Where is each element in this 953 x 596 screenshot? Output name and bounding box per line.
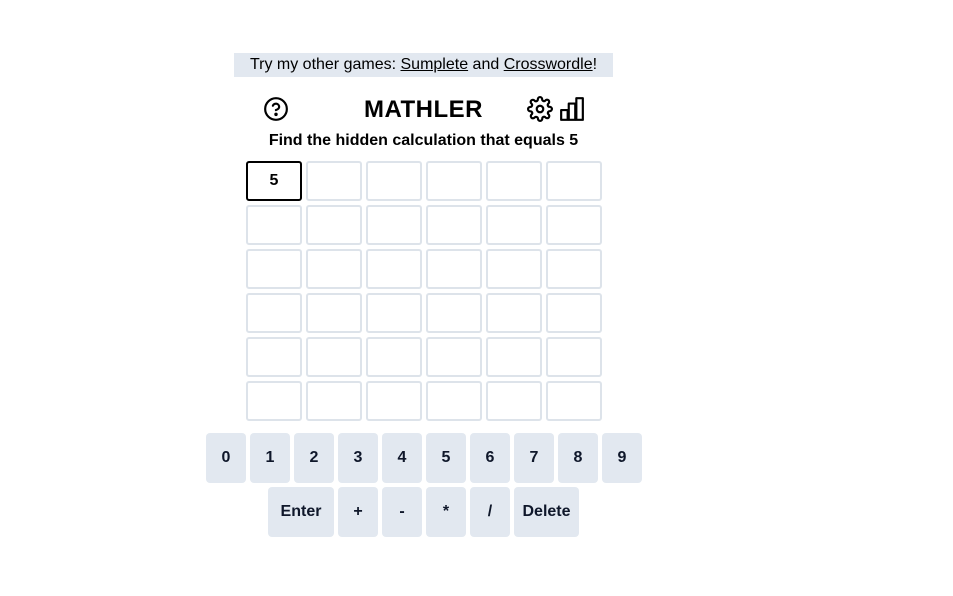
key-plus[interactable]: + bbox=[338, 487, 378, 537]
promo-prefix: Try my other games: bbox=[249, 56, 401, 73]
grid-cell bbox=[486, 337, 542, 377]
bar-chart-icon[interactable] bbox=[559, 96, 585, 122]
grid-cell bbox=[546, 205, 602, 245]
grid-cell bbox=[546, 161, 602, 201]
crosswordle-link[interactable]: Crosswordle bbox=[504, 56, 593, 73]
grid-cell bbox=[366, 161, 422, 201]
key-8[interactable]: 8 bbox=[558, 433, 598, 483]
key-1[interactable]: 1 bbox=[250, 433, 290, 483]
grid-cell bbox=[486, 249, 542, 289]
key-3[interactable]: 3 bbox=[338, 433, 378, 483]
grid-cell: 5 bbox=[246, 161, 302, 201]
key-multiply[interactable]: * bbox=[426, 487, 466, 537]
grid-cell bbox=[426, 161, 482, 201]
grid-cell bbox=[246, 249, 302, 289]
key-enter[interactable]: Enter bbox=[268, 487, 334, 537]
header: MATHLER bbox=[234, 92, 613, 128]
page-title: MATHLER bbox=[363, 96, 484, 123]
grid-cell bbox=[366, 205, 422, 245]
grid-cell bbox=[486, 293, 542, 333]
grid-cell bbox=[306, 293, 362, 333]
grid-cell bbox=[426, 293, 482, 333]
page: Try my other games: Sumplete and Crosswo… bbox=[0, 0, 953, 596]
grid-cell bbox=[546, 293, 602, 333]
keyboard-row-operators: Enter + - * / Delete bbox=[268, 487, 579, 537]
key-divide[interactable]: / bbox=[470, 487, 510, 537]
grid-cell bbox=[306, 381, 362, 421]
key-4[interactable]: 4 bbox=[382, 433, 422, 483]
grid-cell bbox=[546, 249, 602, 289]
grid-cell bbox=[426, 249, 482, 289]
promo-middle: and bbox=[468, 56, 504, 73]
grid-cell bbox=[306, 205, 362, 245]
grid-cell bbox=[246, 293, 302, 333]
key-delete[interactable]: Delete bbox=[514, 487, 579, 537]
grid-cell bbox=[486, 161, 542, 201]
grid-cell bbox=[426, 205, 482, 245]
grid-cell bbox=[486, 381, 542, 421]
grid-cell bbox=[366, 293, 422, 333]
grid-cell bbox=[306, 337, 362, 377]
grid-cell bbox=[366, 337, 422, 377]
grid-cell bbox=[366, 249, 422, 289]
gear-icon[interactable] bbox=[527, 96, 553, 122]
key-7[interactable]: 7 bbox=[514, 433, 554, 483]
grid-cell bbox=[306, 249, 362, 289]
grid-cell bbox=[546, 381, 602, 421]
grid-cell bbox=[546, 337, 602, 377]
key-0[interactable]: 0 bbox=[206, 433, 246, 483]
key-9[interactable]: 9 bbox=[602, 433, 642, 483]
grid-cell bbox=[246, 381, 302, 421]
grid-cell bbox=[246, 337, 302, 377]
guess-grid: 5 bbox=[246, 161, 602, 421]
key-5[interactable]: 5 bbox=[426, 433, 466, 483]
sumplete-link[interactable]: Sumplete bbox=[401, 56, 469, 73]
grid-cell bbox=[426, 337, 482, 377]
grid-cell bbox=[366, 381, 422, 421]
keyboard-row-digits: 0123456789 bbox=[206, 433, 642, 483]
key-minus[interactable]: - bbox=[382, 487, 422, 537]
key-6[interactable]: 6 bbox=[470, 433, 510, 483]
instruction-text: Find the hidden calculation that equals … bbox=[268, 132, 579, 149]
grid-cell bbox=[486, 205, 542, 245]
grid-cell bbox=[426, 381, 482, 421]
grid-cell bbox=[246, 205, 302, 245]
promo-suffix: ! bbox=[592, 56, 598, 73]
grid-cell bbox=[306, 161, 362, 201]
promo-banner: Try my other games: Sumplete and Crosswo… bbox=[234, 53, 613, 77]
key-2[interactable]: 2 bbox=[294, 433, 334, 483]
